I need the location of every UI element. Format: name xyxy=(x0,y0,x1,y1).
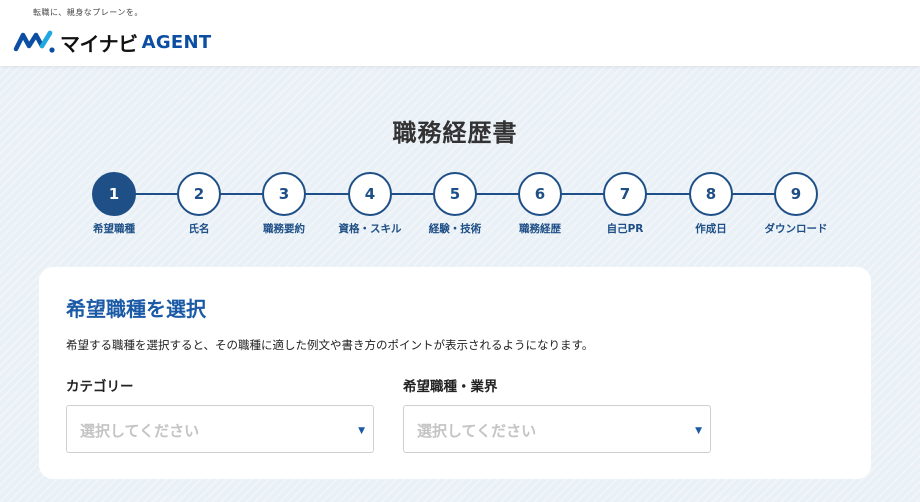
step-label: 作成日 xyxy=(695,223,727,235)
step-3[interactable]: 3 職務要約 xyxy=(239,172,329,236)
step-number: 2 xyxy=(177,172,221,216)
step-9[interactable]: 9 ダウンロード xyxy=(751,172,841,236)
card-title: 希望職種を選択 xyxy=(66,297,206,321)
step-8[interactable]: 8 作成日 xyxy=(666,172,756,236)
step-number: 7 xyxy=(603,172,647,216)
step-number: 5 xyxy=(433,172,477,216)
caret-down-icon: ▼ xyxy=(358,426,365,436)
job-type-placeholder: 選択してください xyxy=(417,422,537,440)
category-placeholder: 選択してください xyxy=(80,422,200,440)
step-number: 4 xyxy=(348,172,392,216)
site-header: 転職に、親身なプレーンを。 マイナビ AGENT xyxy=(0,0,920,66)
step-1[interactable]: 1 希望職種 xyxy=(69,172,159,236)
step-label: 氏名 xyxy=(188,223,210,235)
step-label: 経験・技術 xyxy=(428,223,482,235)
tagline: 転職に、親身なプレーンを。 xyxy=(33,8,143,17)
step-6[interactable]: 6 職務経歴 xyxy=(495,172,585,236)
caret-down-icon: ▼ xyxy=(695,426,702,436)
step-7[interactable]: 7 自己PR xyxy=(580,172,670,236)
step-number: 9 xyxy=(774,172,818,216)
logo-text: マイナビ xyxy=(60,31,138,56)
page-title: 職務経歴書 xyxy=(392,119,518,147)
card-description: 希望する職種を選択すると、その職種に適した例文や書き方のポイントが表示されるよう… xyxy=(66,338,594,352)
category-select[interactable]: 選択してください ▼ xyxy=(66,405,374,453)
step-number: 8 xyxy=(689,172,733,216)
progress-stepper: 1 希望職種 2 氏名 3 職務要約 4 資格・スキル 5 経験・技術 6 職務… xyxy=(0,172,920,242)
category-label: カテゴリー xyxy=(66,379,134,395)
job-selection-card: 希望職種を選択 希望する職種を選択すると、その職種に適した例文や書き方のポイント… xyxy=(39,267,871,479)
step-label: 希望職種 xyxy=(93,223,135,235)
job-type-label: 希望職種・業界 xyxy=(403,379,498,395)
logo-mark-icon xyxy=(13,30,55,53)
step-number: 3 xyxy=(262,172,306,216)
step-label: 職務経歴 xyxy=(519,223,561,235)
step-number: 6 xyxy=(518,172,562,216)
step-number: 1 xyxy=(92,172,136,216)
step-label: ダウンロード xyxy=(764,223,828,235)
step-4[interactable]: 4 資格・スキル xyxy=(325,172,415,236)
logo-agent-text: AGENT xyxy=(141,31,212,53)
step-label: 自己PR xyxy=(606,223,644,235)
mynavi-agent-logo[interactable]: マイナビ AGENT xyxy=(12,28,211,56)
step-2[interactable]: 2 氏名 xyxy=(154,172,244,236)
step-5[interactable]: 5 経験・技術 xyxy=(410,172,500,236)
job-type-select[interactable]: 選択してください ▼ xyxy=(403,405,711,453)
step-label: 資格・スキル xyxy=(338,223,402,235)
step-label: 職務要約 xyxy=(263,223,305,235)
